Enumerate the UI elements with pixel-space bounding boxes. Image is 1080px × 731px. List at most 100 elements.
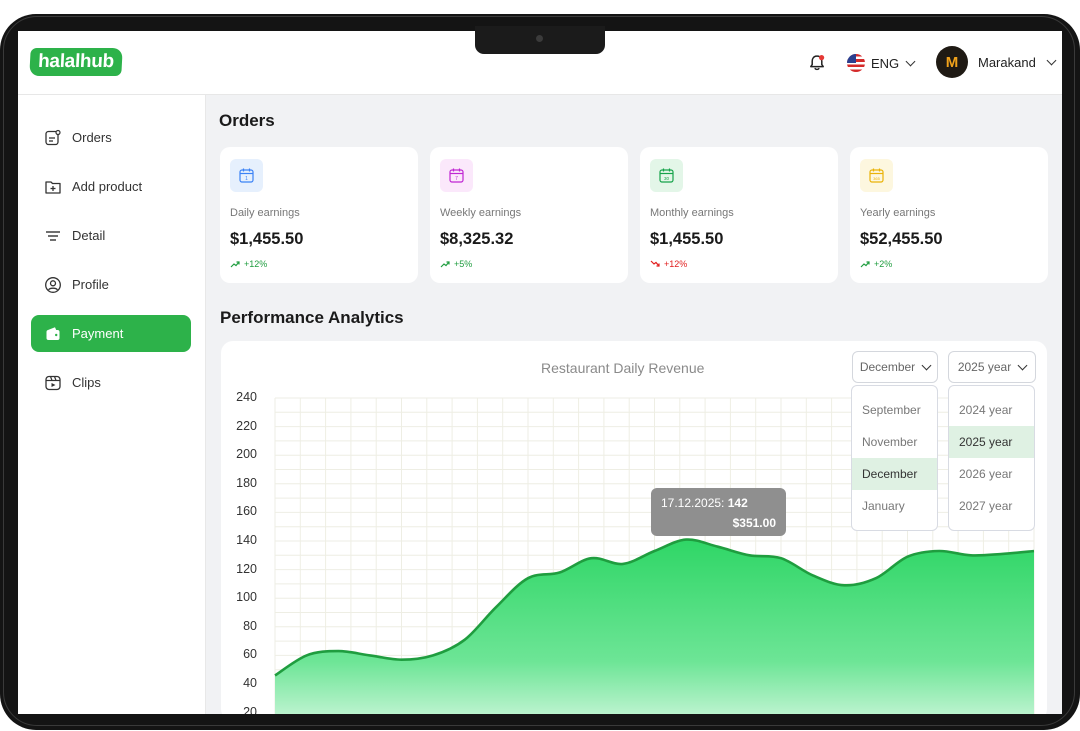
- y-tick-label: 80: [243, 618, 257, 633]
- main-content: Orders 1 Daily earnings $1,455.50 +12% 7…: [206, 95, 1062, 714]
- earnings-card-daily[interactable]: 1 Daily earnings $1,455.50 +12%: [220, 147, 418, 283]
- user-name: Marakand: [978, 54, 1036, 70]
- trend-badge: +5%: [440, 259, 472, 269]
- performance-heading: Performance Analytics: [220, 308, 404, 327]
- card-label: Weekly earnings: [440, 207, 522, 219]
- calendar-icon: 30: [650, 159, 683, 192]
- chevron-down-icon: [905, 56, 916, 66]
- trend-up-icon: [440, 261, 450, 268]
- sidebar-item-clips[interactable]: Clips: [31, 364, 191, 401]
- card-value: $8,325.32: [440, 230, 514, 248]
- tooltip-count: 142: [727, 496, 748, 510]
- earnings-card-monthly[interactable]: 30 Monthly earnings $1,455.50 +12%: [640, 147, 838, 283]
- y-tick-label: 180: [236, 475, 257, 490]
- trend-down-icon: [650, 260, 660, 267]
- camera-icon: [536, 35, 543, 42]
- revenue-chart-card: Restaurant Daily Revenue 240 220 200 180 160…: [221, 341, 1047, 714]
- month-select-value: December: [859, 360, 916, 374]
- clips-icon: [44, 374, 62, 392]
- card-label: Yearly earnings: [860, 207, 936, 219]
- svg-text:365: 365: [873, 176, 880, 181]
- card-value: $52,455.50: [860, 230, 943, 248]
- profile-icon: [44, 276, 62, 294]
- card-label: Monthly earnings: [650, 207, 734, 219]
- sidebar-item-label: Clips: [72, 375, 101, 390]
- sidebar-item-detail[interactable]: Detail: [31, 217, 191, 254]
- sidebar-item-payment[interactable]: Payment: [31, 315, 191, 352]
- chevron-down-icon: [1017, 360, 1028, 370]
- y-tick-label: 140: [236, 533, 257, 547]
- sidebar-item-label: Payment: [72, 326, 124, 341]
- detail-icon: [44, 227, 62, 245]
- month-select[interactable]: December: [852, 351, 938, 383]
- chevron-down-icon: [921, 360, 932, 370]
- sidebar-item-add-product[interactable]: Add product: [31, 168, 191, 205]
- y-tick-label: 200: [236, 447, 257, 462]
- y-tick-label: 20: [243, 704, 257, 714]
- orders-icon: [44, 129, 62, 147]
- calendar-icon: 1: [230, 159, 263, 192]
- svg-text:30: 30: [664, 176, 670, 181]
- trend-value: +12%: [664, 259, 688, 269]
- language-selector[interactable]: ENG: [847, 51, 916, 75]
- earnings-card-yearly[interactable]: 365 Yearly earnings $52,455.50 +2%: [850, 147, 1048, 283]
- earnings-card-weekly[interactable]: 7 Weekly earnings $8,325.32 +5%: [430, 147, 628, 283]
- tooltip-date: 17.12.2025:: [661, 496, 725, 510]
- sidebar-item-profile[interactable]: Profile: [31, 266, 191, 303]
- month-option-december[interactable]: December: [852, 458, 937, 490]
- trend-up-icon: [230, 261, 240, 268]
- y-tick-label: 60: [243, 647, 257, 662]
- trend-value: +2%: [874, 259, 893, 269]
- year-select-value: 2025 year: [957, 360, 1012, 374]
- month-dropdown: September November December January: [851, 385, 938, 531]
- month-option-november[interactable]: November: [852, 426, 937, 458]
- year-option-2026[interactable]: 2026 year: [949, 458, 1034, 490]
- calendar-icon: 7: [440, 159, 473, 192]
- trend-value: +12%: [244, 259, 268, 269]
- month-option-september[interactable]: September: [852, 394, 937, 426]
- language-label: ENG: [871, 55, 900, 71]
- calendar-icon: 365: [860, 159, 893, 192]
- trend-value: +5%: [454, 259, 473, 269]
- y-tick-label: 240: [236, 390, 257, 404]
- sidebar-item-orders[interactable]: Orders: [31, 119, 191, 156]
- year-option-2027[interactable]: 2027 year: [949, 490, 1034, 522]
- sidebar-item-label: Add product: [72, 179, 143, 194]
- us-flag-icon: [847, 54, 865, 72]
- user-menu[interactable]: M Marakand: [936, 46, 1057, 78]
- card-value: $1,455.50: [650, 230, 724, 248]
- y-tick-label: 40: [243, 676, 257, 690]
- orders-heading: Orders: [219, 111, 275, 130]
- year-select[interactable]: 2025 year: [948, 351, 1036, 383]
- y-tick-label: 120: [236, 561, 257, 576]
- card-label: Daily earnings: [230, 207, 300, 219]
- sidebar: Orders Add product Detail Profile Paymen…: [18, 95, 206, 714]
- halalhub-logo[interactable]: halalhub: [29, 48, 123, 76]
- chart-tooltip: 17.12.2025: 142 $351.00: [651, 488, 786, 536]
- tooltip-amount: $351.00: [732, 516, 776, 530]
- year-option-2025[interactable]: 2025 year: [949, 426, 1034, 458]
- trend-badge: +12%: [230, 259, 267, 269]
- camera-notch: [475, 26, 605, 54]
- year-option-2024[interactable]: 2024 year: [949, 394, 1034, 426]
- svg-text:7: 7: [455, 176, 458, 182]
- chevron-down-icon: [1046, 55, 1057, 65]
- sidebar-item-label: Profile: [72, 277, 109, 292]
- y-tick-label: 160: [236, 504, 257, 519]
- y-tick-label: 220: [236, 418, 257, 433]
- notification-bell-icon[interactable]: [807, 53, 827, 73]
- svg-text:1: 1: [245, 176, 248, 182]
- month-option-january[interactable]: January: [852, 490, 937, 522]
- wallet-icon: [44, 325, 62, 343]
- avatar: M: [936, 46, 968, 78]
- year-dropdown: 2024 year 2025 year 2026 year 2027 year: [948, 385, 1035, 531]
- card-value: $1,455.50: [230, 230, 304, 248]
- trend-badge: +2%: [860, 259, 892, 269]
- sidebar-item-label: Orders: [72, 130, 112, 145]
- sidebar-item-label: Detail: [72, 228, 106, 243]
- y-tick-label: 100: [236, 590, 257, 605]
- app-screen: halalhub ENG M Marakand Orders Add produ…: [18, 31, 1062, 714]
- add-product-icon: [44, 178, 62, 196]
- trend-up-icon: [860, 261, 870, 268]
- trend-badge: +12%: [650, 259, 687, 269]
